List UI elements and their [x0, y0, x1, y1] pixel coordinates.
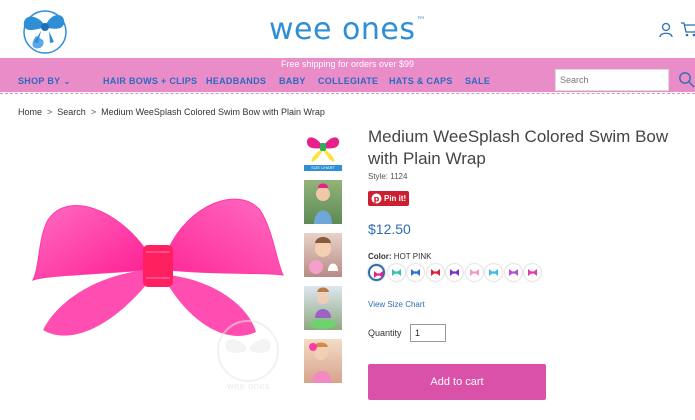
brand-name[interactable]: wee ones™	[0, 12, 695, 47]
trademark: ™	[416, 16, 426, 26]
breadcrumb-separator: >	[90, 107, 97, 117]
color-swatch[interactable]	[524, 264, 541, 281]
cart-icon[interactable]	[680, 20, 695, 38]
color-swatch[interactable]	[368, 264, 385, 281]
color-swatch[interactable]	[426, 264, 444, 281]
user-icon[interactable]	[658, 22, 674, 38]
nav-hair-bows-clips[interactable]: HAIR BOWS + CLIPS	[103, 76, 197, 86]
product-style: Style: 1124	[368, 172, 408, 181]
thumbnail-2[interactable]	[304, 180, 342, 224]
pinterest-icon: p	[371, 193, 382, 204]
quantity-input[interactable]: 1	[410, 324, 446, 342]
brand-text: wee ones	[269, 12, 416, 47]
size-chart-tag: SIZE CHART	[304, 165, 342, 171]
quantity-label: Quantity	[368, 328, 402, 338]
breadcrumb-separator: >	[47, 107, 53, 117]
thumbnail-3[interactable]	[304, 233, 342, 277]
nav-headbands[interactable]: HEADBANDS	[206, 76, 266, 86]
breadcrumb-current: Medium WeeSplash Colored Swim Bow with P…	[101, 107, 325, 117]
pin-it-button[interactable]: p Pin it!	[368, 191, 409, 206]
color-swatch[interactable]	[504, 264, 522, 281]
color-swatch[interactable]	[465, 264, 483, 281]
thumbnail-1[interactable]: SIZE CHART	[304, 129, 342, 171]
nav-sale[interactable]: SALE	[465, 76, 490, 86]
product-title: Medium WeeSplash Colored Swim Bow with P…	[368, 127, 669, 168]
color-swatch[interactable]	[387, 264, 405, 281]
watermark-logo: wee ones	[212, 315, 284, 395]
color-value: HOT PINK	[393, 252, 432, 261]
view-size-chart-link[interactable]: View Size Chart	[368, 300, 425, 309]
color-label: Color: HOT PINK	[368, 252, 432, 261]
nav-collegiate[interactable]: COLLEGIATE	[318, 76, 378, 86]
breadcrumb-home[interactable]: Home	[18, 107, 42, 117]
svg-text:p: p	[374, 195, 380, 204]
chevron-down-icon: ⌄	[63, 76, 71, 86]
color-swatch[interactable]	[407, 264, 424, 281]
add-to-cart-button[interactable]: Add to cart	[368, 364, 546, 400]
color-swatch[interactable]	[485, 264, 502, 281]
pin-it-label: Pin it!	[384, 194, 407, 203]
thumbnail-4[interactable]	[304, 286, 342, 330]
breadcrumb: Home > Search > Medium WeeSplash Colored Swi…	[18, 107, 325, 117]
product-price: $12.50	[368, 221, 411, 237]
color-swatch[interactable]	[446, 264, 463, 281]
nav-baby[interactable]: BABY	[279, 76, 306, 86]
search-input[interactable]: Search	[555, 69, 669, 91]
nav-shop-by[interactable]: SHOP BY ⌄	[18, 76, 71, 87]
thumbnail-5[interactable]	[304, 339, 342, 383]
nav-divider	[0, 93, 695, 94]
nav-hats-caps[interactable]: HATS & CAPS	[389, 76, 453, 86]
watermark-text: wee ones	[227, 382, 270, 392]
search-icon[interactable]	[678, 71, 695, 88]
breadcrumb-search[interactable]: Search	[57, 107, 86, 117]
